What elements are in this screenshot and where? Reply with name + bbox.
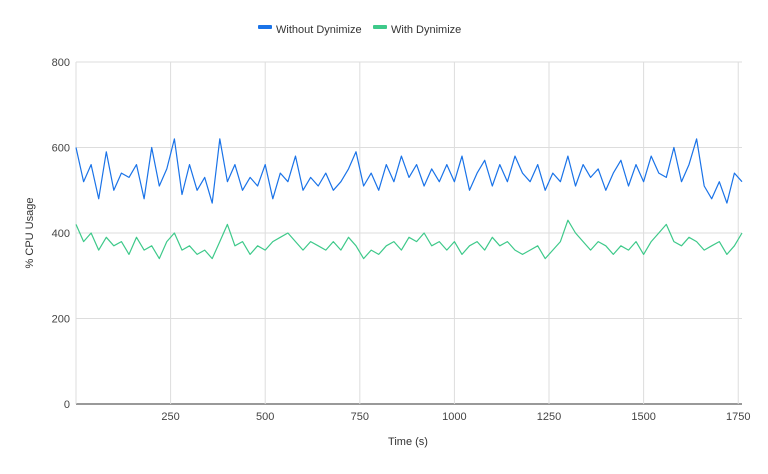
legend-swatch-without-dynimize (258, 25, 272, 29)
y-tick-label: 400 (52, 228, 70, 240)
legend: Without Dynimize With Dynimize (258, 24, 461, 36)
x-tick-label: 250 (161, 411, 179, 423)
line-chart: Without Dynimize With Dynimize 0 200 400 60… (24, 24, 751, 448)
y-tick-label: 800 (52, 57, 70, 69)
series-line-without-dynimize (75, 138, 743, 204)
y-tick-label: 600 (52, 143, 70, 155)
tick-labels: 0 200 400 600 800 250 500 750 1000 1250 1500 1750 (52, 57, 751, 423)
x-tick-label: 1750 (726, 411, 750, 423)
legend-label-without-dynimize: Without Dynimize (276, 24, 362, 36)
x-tick-label: 750 (351, 411, 369, 423)
grid (75, 61, 742, 405)
legend-label-with-dynimize: With Dynimize (391, 24, 461, 36)
x-tick-label: 1000 (442, 411, 466, 423)
series-line-with-dynimize (75, 219, 743, 260)
y-axis-title: % CPU Usage (24, 198, 36, 269)
x-tick-label: 500 (256, 411, 274, 423)
y-tick-label: 200 (52, 314, 70, 326)
series-lines (75, 138, 743, 260)
x-axis-title: Time (s) (388, 436, 428, 448)
x-tick-label: 1500 (631, 411, 655, 423)
y-tick-label: 0 (64, 399, 70, 411)
x-tick-label: 1250 (537, 411, 561, 423)
legend-swatch-with-dynimize (373, 25, 387, 29)
